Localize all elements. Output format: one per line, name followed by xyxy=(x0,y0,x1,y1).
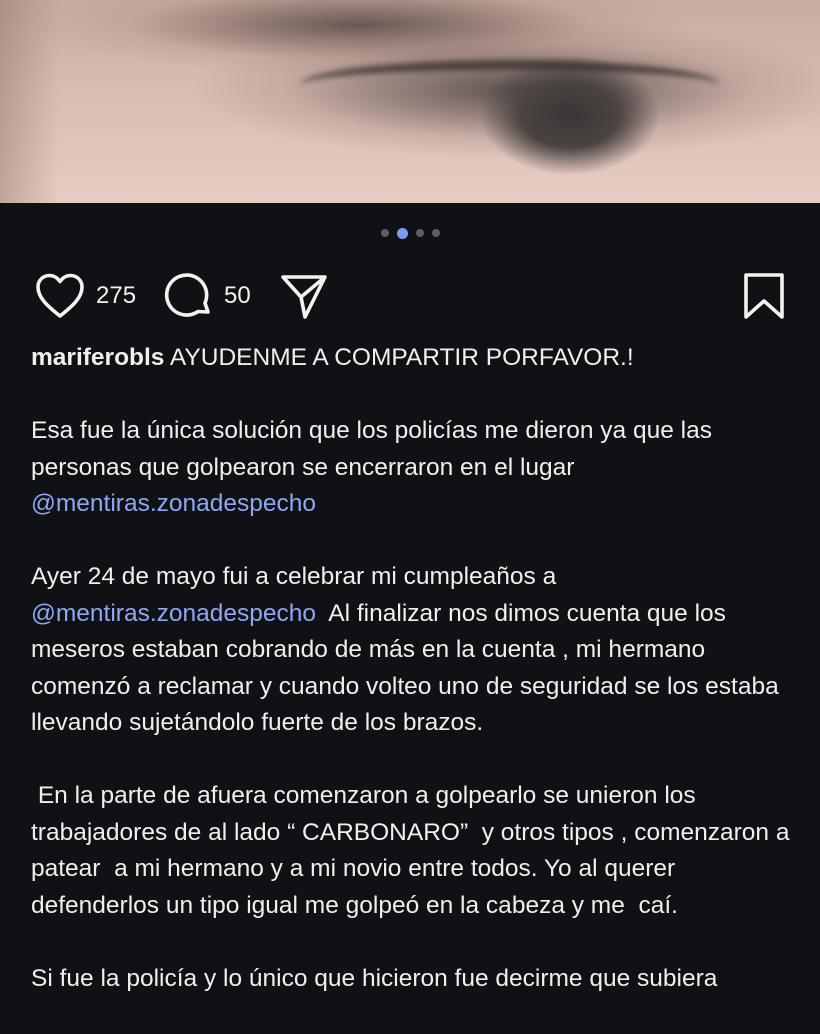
carousel-indicator xyxy=(0,227,820,239)
image-eye-detail xyxy=(300,60,720,110)
carousel-dot xyxy=(380,229,389,237)
paragraph-text: Si fue la policía y lo único que hiciero… xyxy=(31,964,718,992)
comment-count: 50 xyxy=(224,282,251,309)
mention-link[interactable]: @mentiras.zonadespecho xyxy=(31,600,316,627)
paragraph-text: Ayer 24 de mayo fui a celebrar mi cumple… xyxy=(31,563,557,590)
action-bar: 275 50 xyxy=(34,268,786,324)
comment-button[interactable]: 50 xyxy=(164,271,251,321)
paragraph-text: En la parte de afuera comenzaron a golpe… xyxy=(31,782,797,919)
caption-paragraph: En la parte de afuera comenzaron a golpe… xyxy=(31,778,801,924)
caption-paragraph: Esa fue la única solución que los policí… xyxy=(31,413,801,523)
post-image[interactable] xyxy=(0,0,820,203)
caption-headline: mariferobls AYUDENME A COMPARTIR PORFAVO… xyxy=(31,340,801,377)
caption-paragraph: Ayer 24 de mayo fui a celebrar mi cumple… xyxy=(31,559,801,742)
bookmark-icon xyxy=(744,273,784,319)
username[interactable]: mariferobls xyxy=(31,344,164,371)
share-button[interactable] xyxy=(279,271,329,321)
mention-link[interactable]: @mentiras.zonadespecho xyxy=(31,490,316,517)
like-count: 275 xyxy=(96,282,137,309)
paragraph-text: Esa fue la única solución que los policí… xyxy=(31,417,712,481)
carousel-dot xyxy=(415,229,424,237)
headline-text: AYUDENME A COMPARTIR PORFAVOR.! xyxy=(169,344,634,371)
caption-paragraph: Si fue la policía y lo único que hiciero… xyxy=(31,961,801,998)
save-button[interactable] xyxy=(742,271,786,321)
carousel-dot xyxy=(431,229,440,237)
share-icon xyxy=(280,275,327,319)
carousel-dot-active xyxy=(396,227,408,239)
like-button[interactable]: 275 xyxy=(34,272,136,320)
comment-icon xyxy=(164,273,210,317)
image-shadow xyxy=(0,0,60,203)
heart-icon xyxy=(36,273,84,318)
post-caption: mariferobls AYUDENME A COMPARTIR PORFAVO… xyxy=(31,340,801,1034)
